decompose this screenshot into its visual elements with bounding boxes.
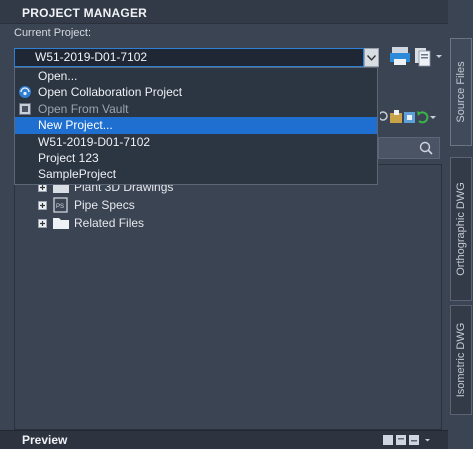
side-tab-strip: Source Files Orthographic DWG Isometric … — [448, 0, 473, 448]
dropdown-item-label: New Project... — [38, 118, 113, 133]
pipe-spec-icon: PS — [53, 197, 68, 213]
tab-source-files[interactable]: Source Files — [450, 38, 472, 146]
current-project-combo[interactable]: W51-2019-D01-7102 — [14, 48, 364, 67]
tab-orthographic-dwg[interactable]: Orthographic DWG — [450, 157, 472, 301]
dropdown-item-open[interactable]: Open... — [15, 68, 377, 84]
preview-details-icon[interactable] — [396, 435, 406, 445]
vault-icon — [19, 102, 31, 115]
search-input[interactable] — [378, 137, 440, 159]
dropdown-item-label: W51-2019-D01-7102 — [38, 134, 151, 149]
preview-menu-arrow-icon[interactable] — [425, 439, 430, 442]
preview-list-icon[interactable] — [409, 435, 419, 445]
collaboration-globe-icon — [19, 86, 31, 99]
tab-label: Orthographic DWG — [455, 182, 467, 276]
dropdown-item-sample-project[interactable]: SampleProject — [15, 166, 377, 182]
dropdown-item-project-w51[interactable]: W51-2019-D01-7102 — [15, 134, 377, 150]
dropdown-item-label: Open From Vault — [38, 101, 129, 116]
publish-icon[interactable] — [413, 44, 433, 68]
expand-icon[interactable] — [38, 219, 47, 228]
dropdown-item-label: Project 123 — [38, 150, 99, 165]
folder-icon — [53, 218, 69, 229]
tab-label: Source Files — [455, 61, 467, 123]
chevron-down-icon — [367, 54, 376, 61]
expand-icon[interactable] — [38, 201, 47, 210]
tree-item-label: Pipe Specs — [74, 198, 135, 212]
dropdown-item-project-123[interactable]: Project 123 — [15, 150, 377, 166]
tree-item-label: Related Files — [74, 216, 145, 230]
add-folder-icon[interactable] — [390, 110, 402, 123]
current-project-label: Current Project: — [14, 27, 92, 39]
print-icon[interactable] — [388, 44, 412, 68]
tab-isometric-dwg[interactable]: Isometric DWG — [450, 305, 472, 415]
preview-toolbar — [383, 435, 430, 445]
dropdown-item-new-project[interactable]: New Project... — [15, 117, 377, 134]
toolbar-menu-arrow-icon[interactable] — [430, 116, 436, 119]
refresh-icon[interactable] — [417, 111, 429, 124]
combo-dropdown-button[interactable] — [364, 48, 379, 67]
svg-text:PS: PS — [56, 204, 64, 210]
project-manager-panel: PROJECT MANAGER Current Project: W51-201… — [0, 0, 448, 449]
dropdown-item-open-collaboration-project[interactable]: Open Collaboration Project — [15, 84, 377, 100]
dropdown-item-open-from-vault: Open From Vault — [15, 101, 377, 117]
tab-label: Isometric DWG — [455, 322, 467, 398]
dropdown-item-label: Open... — [38, 69, 78, 83]
dropdown-item-label: Open Collaboration Project — [38, 85, 183, 100]
preview-view-icon[interactable] — [383, 435, 393, 445]
publish-menu-arrow-icon[interactable] — [436, 55, 442, 59]
panel-title: PROJECT MANAGER — [22, 6, 148, 20]
project-toolbar — [380, 110, 436, 124]
preview-label: Preview — [22, 433, 68, 447]
project-setup-icon[interactable] — [404, 112, 415, 123]
toolbar-partial-icon — [380, 111, 388, 121]
project-dropdown-list: Open... Open Collaboration Project Open … — [14, 67, 378, 185]
preview-bar[interactable]: Preview — [0, 430, 448, 449]
search-icon[interactable] — [419, 141, 433, 155]
dropdown-item-label: SampleProject — [38, 167, 117, 182]
